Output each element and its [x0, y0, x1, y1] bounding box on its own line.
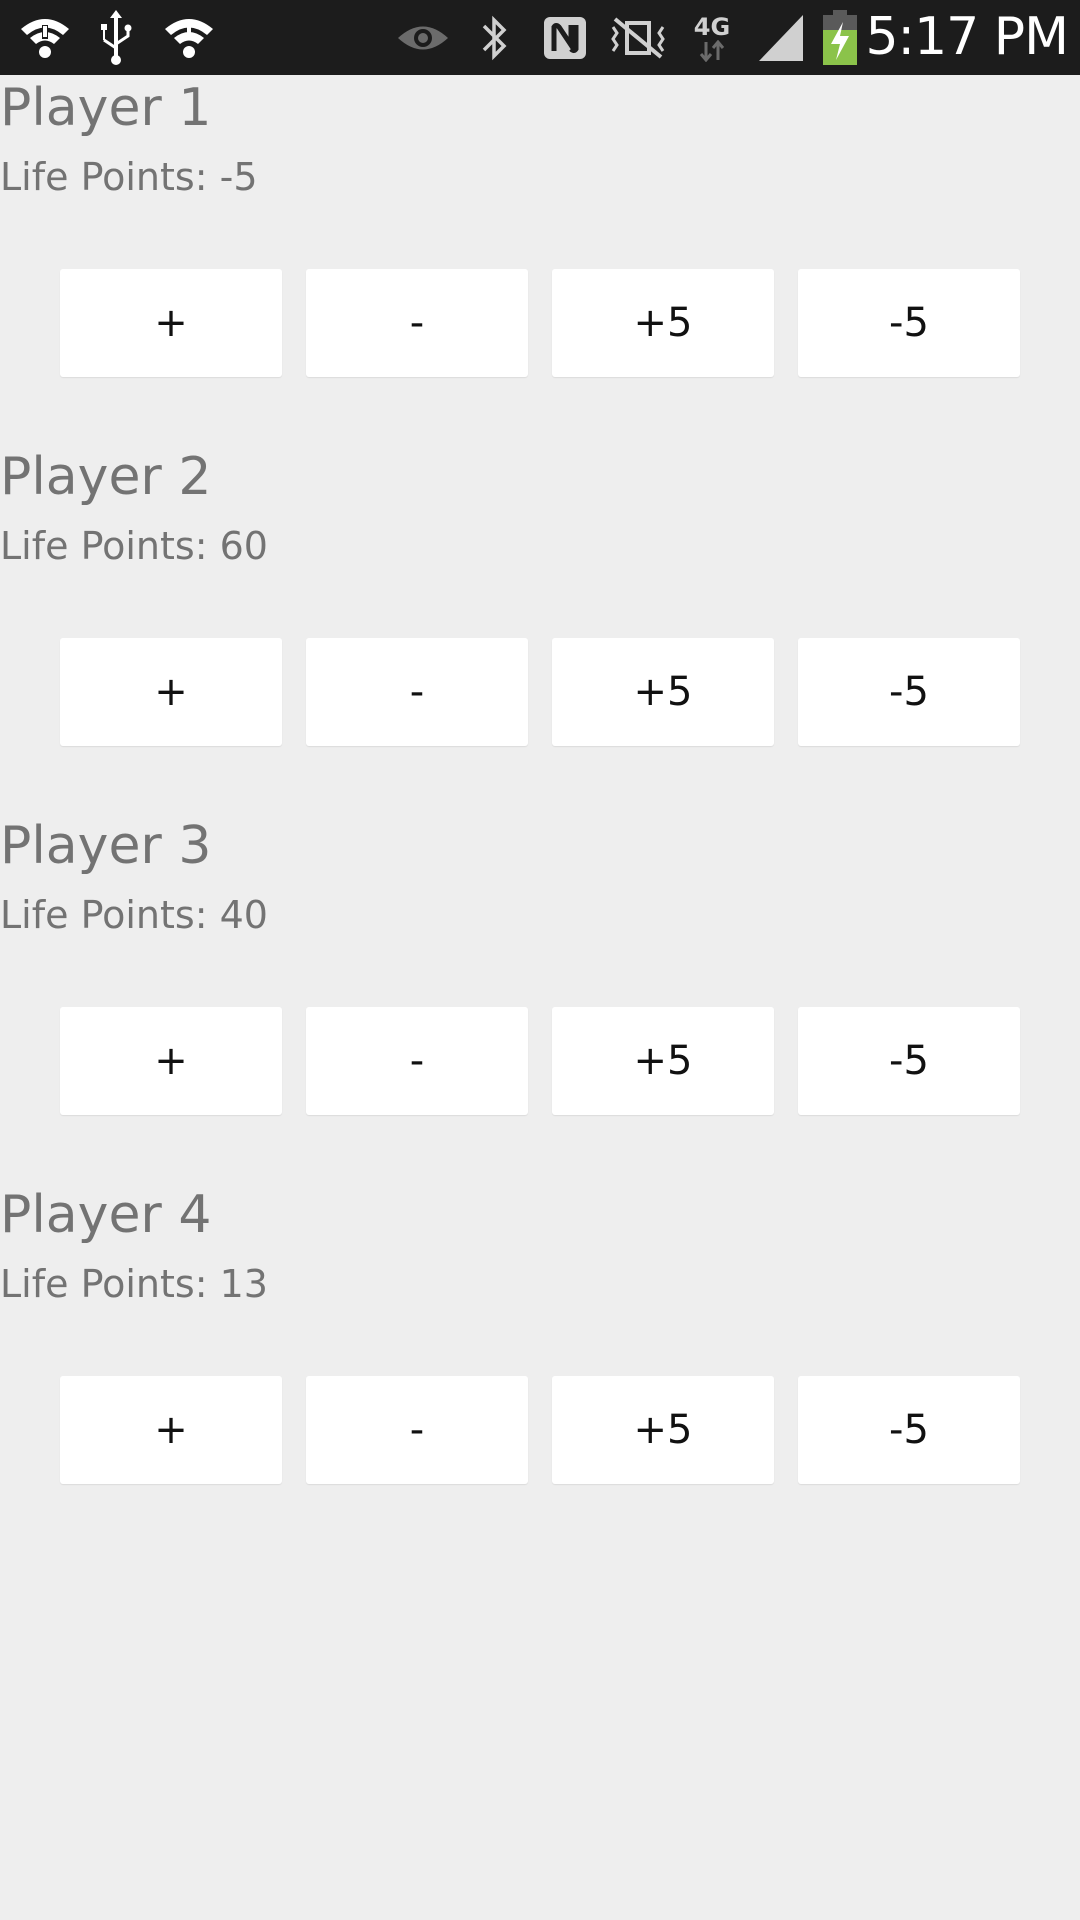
- minus-five-button[interactable]: -5: [798, 1376, 1020, 1484]
- battery-charging-icon: [820, 0, 860, 75]
- signal-icon: [756, 0, 806, 75]
- plus-one-button[interactable]: +: [60, 638, 282, 746]
- status-time: 5:17 PM: [865, 7, 1069, 67]
- plus-one-button[interactable]: +: [60, 1007, 282, 1115]
- eye-icon: [394, 0, 452, 75]
- network-4g-icon: 4G: [688, 0, 736, 75]
- minus-one-button[interactable]: -: [306, 1376, 528, 1484]
- usb-icon: [94, 0, 138, 75]
- button-row: + - +5 -5: [60, 1007, 1020, 1115]
- life-points-value: -5: [219, 155, 258, 199]
- minus-one-button[interactable]: -: [306, 269, 528, 377]
- mute-icon: [608, 0, 668, 75]
- bluetooth-icon: [474, 0, 514, 75]
- life-points-label: Life Points:: [0, 1262, 220, 1306]
- button-row: + - +5 -5: [60, 1376, 1020, 1484]
- minus-one-button[interactable]: -: [306, 638, 528, 746]
- life-points: Life Points: -5: [0, 158, 258, 196]
- plus-five-button[interactable]: +5: [552, 1376, 774, 1484]
- plus-five-button[interactable]: +5: [552, 269, 774, 377]
- player-name: Player 4: [0, 1185, 212, 1245]
- minus-five-button[interactable]: -5: [798, 269, 1020, 377]
- status-bar: 4G 5:17 PM: [0, 0, 1080, 75]
- button-row: + - +5 -5: [60, 269, 1020, 377]
- life-points-value: 40: [219, 893, 268, 937]
- minus-one-button[interactable]: -: [306, 1007, 528, 1115]
- plus-one-button[interactable]: +: [60, 269, 282, 377]
- life-points: Life Points: 60: [0, 527, 268, 565]
- life-points-value: 60: [219, 524, 268, 568]
- player-name: Player 2: [0, 447, 212, 507]
- nfc-icon: [540, 0, 590, 75]
- network-label: 4G: [693, 12, 731, 41]
- wifi-alert-icon: [16, 0, 74, 75]
- life-points-label: Life Points:: [0, 524, 220, 568]
- minus-five-button[interactable]: -5: [798, 1007, 1020, 1115]
- plus-five-button[interactable]: +5: [552, 638, 774, 746]
- life-points-label: Life Points:: [0, 893, 220, 937]
- life-points: Life Points: 13: [0, 1265, 268, 1303]
- life-points-value: 13: [219, 1262, 268, 1306]
- minus-five-button[interactable]: -5: [798, 638, 1020, 746]
- wifi-alert-icon: [160, 0, 218, 75]
- plus-five-button[interactable]: +5: [552, 1007, 774, 1115]
- button-row: + - +5 -5: [60, 638, 1020, 746]
- plus-one-button[interactable]: +: [60, 1376, 282, 1484]
- life-points-label: Life Points:: [0, 155, 220, 199]
- player-name: Player 1: [0, 78, 212, 138]
- player-name: Player 3: [0, 816, 212, 876]
- life-points: Life Points: 40: [0, 896, 268, 934]
